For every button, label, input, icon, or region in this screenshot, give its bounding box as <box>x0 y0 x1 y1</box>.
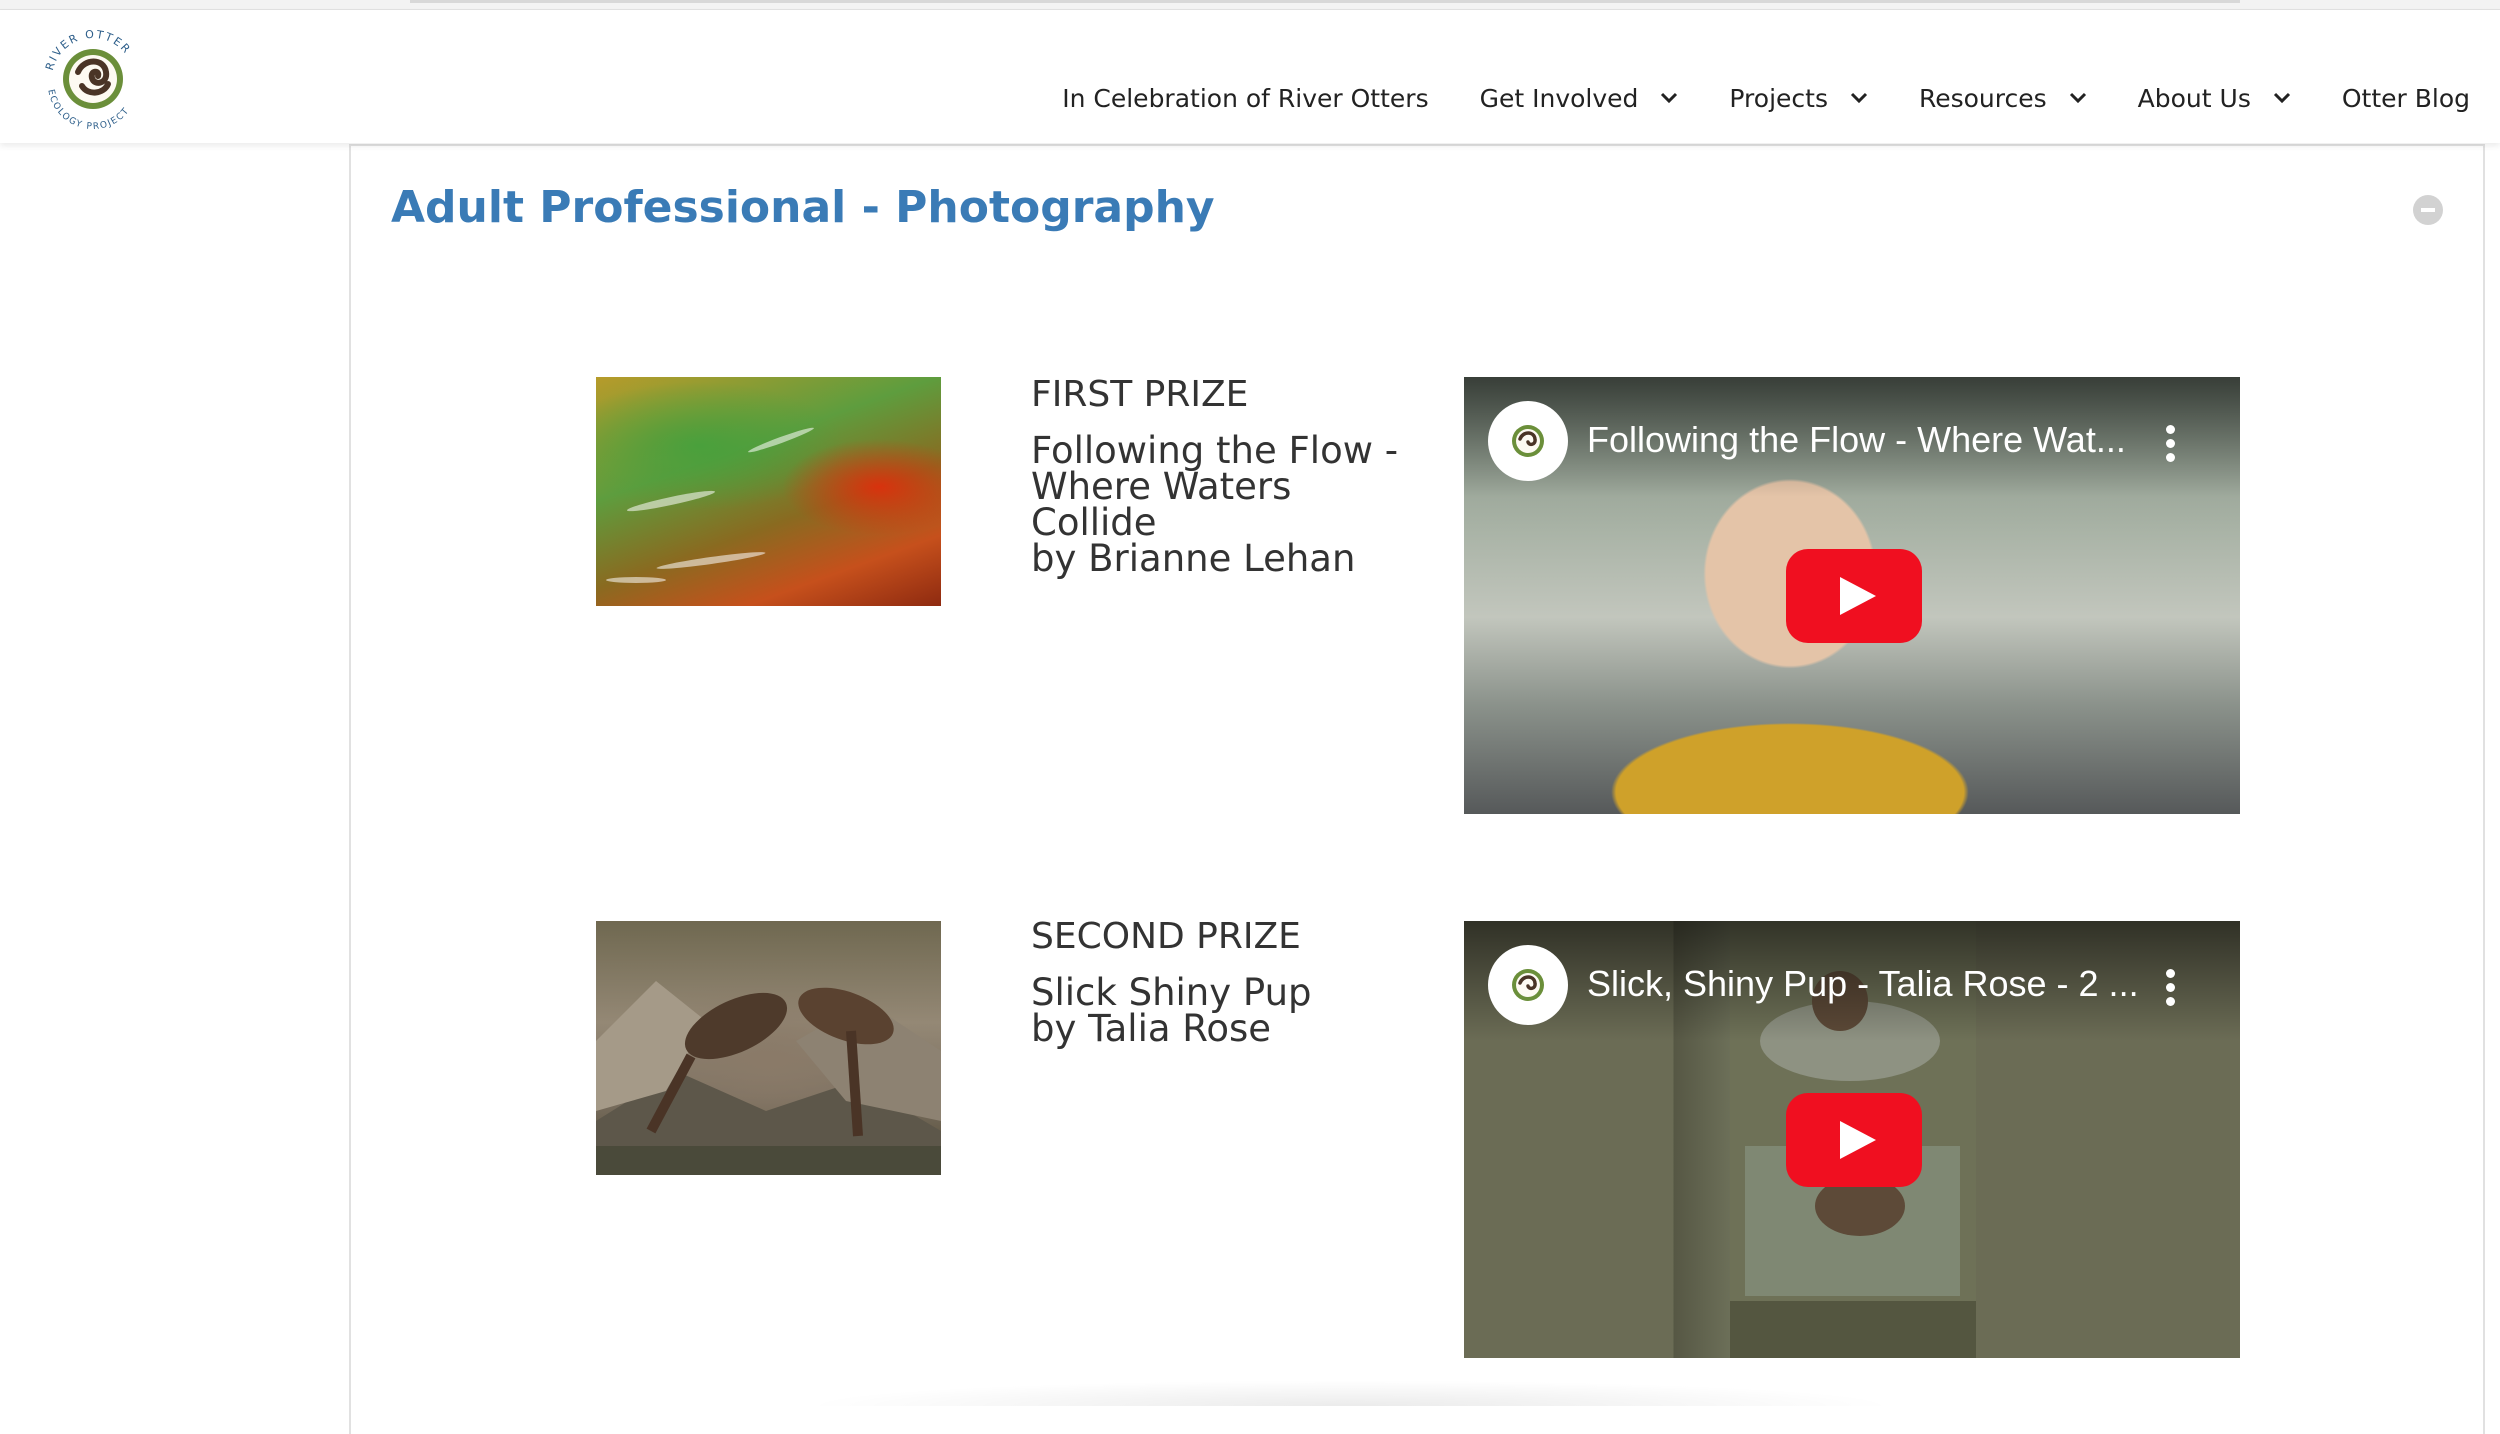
channel-avatar[interactable] <box>1488 401 1568 481</box>
more-vert-icon[interactable] <box>2166 969 2176 1007</box>
scrollbar-track[interactable] <box>410 0 2240 3</box>
main-nav: In Celebration of River Otters Get Invol… <box>1011 73 2470 123</box>
nav-item-otter-blog[interactable]: Otter Blog <box>2342 84 2470 113</box>
chevron-down-icon <box>1661 92 1678 104</box>
otter-logo-icon: RIVER OTTER ECOLOGY PROJECT <box>43 28 132 132</box>
nav-item-label: Otter Blog <box>2341 83 2470 113</box>
nav-item-celebration[interactable]: In Celebration of River Otters <box>1062 84 1428 113</box>
more-vert-icon[interactable] <box>2166 425 2176 463</box>
video-embed[interactable]: Following the Flow - Where Wat... <box>1464 377 2240 814</box>
nav-item-label: About Us <box>2137 83 2251 113</box>
nav-item-resources[interactable]: Resources <box>1919 84 2087 113</box>
water-ripple <box>747 425 815 455</box>
prize-entry: FIRST PRIZE Following the Flow - Where W… <box>1031 374 1399 580</box>
accordion-panel: Adult Professional - Photography FIRST P… <box>349 144 2485 1434</box>
video-title[interactable]: Slick, Shiny Pup - Talia Rose - 2 ... <box>1587 963 2147 1005</box>
nav-item-projects[interactable]: Projects <box>1729 84 1868 113</box>
play-icon[interactable] <box>1786 1093 1922 1187</box>
water-ripple <box>626 487 716 515</box>
otter-photo <box>596 981 941 1175</box>
chevron-down-icon <box>1850 92 1868 104</box>
water-ripple <box>606 577 666 583</box>
prize-title: Following the Flow - Where Waters Collid… <box>1031 429 1399 580</box>
nav-item-get-involved[interactable]: Get Involved <box>1480 84 1679 113</box>
photo-thumbnail[interactable] <box>596 377 941 606</box>
site-header: RIVER OTTER ECOLOGY PROJECT In Celebrati… <box>0 10 2500 143</box>
prize-label: FIRST PRIZE <box>1031 374 1249 415</box>
collapse-icon[interactable] <box>2413 195 2443 225</box>
prize-title: Slick Shiny Pup by Talia Rose <box>1031 971 1312 1050</box>
photo-thumbnail[interactable] <box>596 921 941 1175</box>
play-icon[interactable] <box>1786 549 1922 643</box>
bottom-shadow <box>800 1380 1900 1406</box>
video-title[interactable]: Following the Flow - Where Wat... <box>1587 419 2147 461</box>
channel-avatar[interactable] <box>1488 945 1568 1025</box>
section-title[interactable]: Adult Professional - Photography <box>391 182 1215 233</box>
otter-logo-icon <box>1512 969 1544 1001</box>
chevron-down-icon <box>2069 92 2086 104</box>
nav-item-label: Projects <box>1729 83 1828 113</box>
otter-logo-icon <box>1512 425 1544 457</box>
browser-top-strip <box>0 0 2500 10</box>
chevron-down-icon <box>2273 92 2290 104</box>
site-logo[interactable]: RIVER OTTER ECOLOGY PROJECT <box>34 20 152 138</box>
nav-item-label: Resources <box>1918 83 2047 113</box>
water-ripple <box>656 549 766 572</box>
nav-item-label: Get Involved <box>1479 83 1639 113</box>
prize-entry: SECOND PRIZE Slick Shiny Pup by Talia Ro… <box>1031 916 1312 1050</box>
prize-label: SECOND PRIZE <box>1031 916 1301 957</box>
nav-item-about-us[interactable]: About Us <box>2138 84 2291 113</box>
video-embed[interactable]: Slick, Shiny Pup - Talia Rose - 2 ... <box>1464 921 2240 1358</box>
nav-item-label: In Celebration of River Otters <box>1062 83 1429 113</box>
